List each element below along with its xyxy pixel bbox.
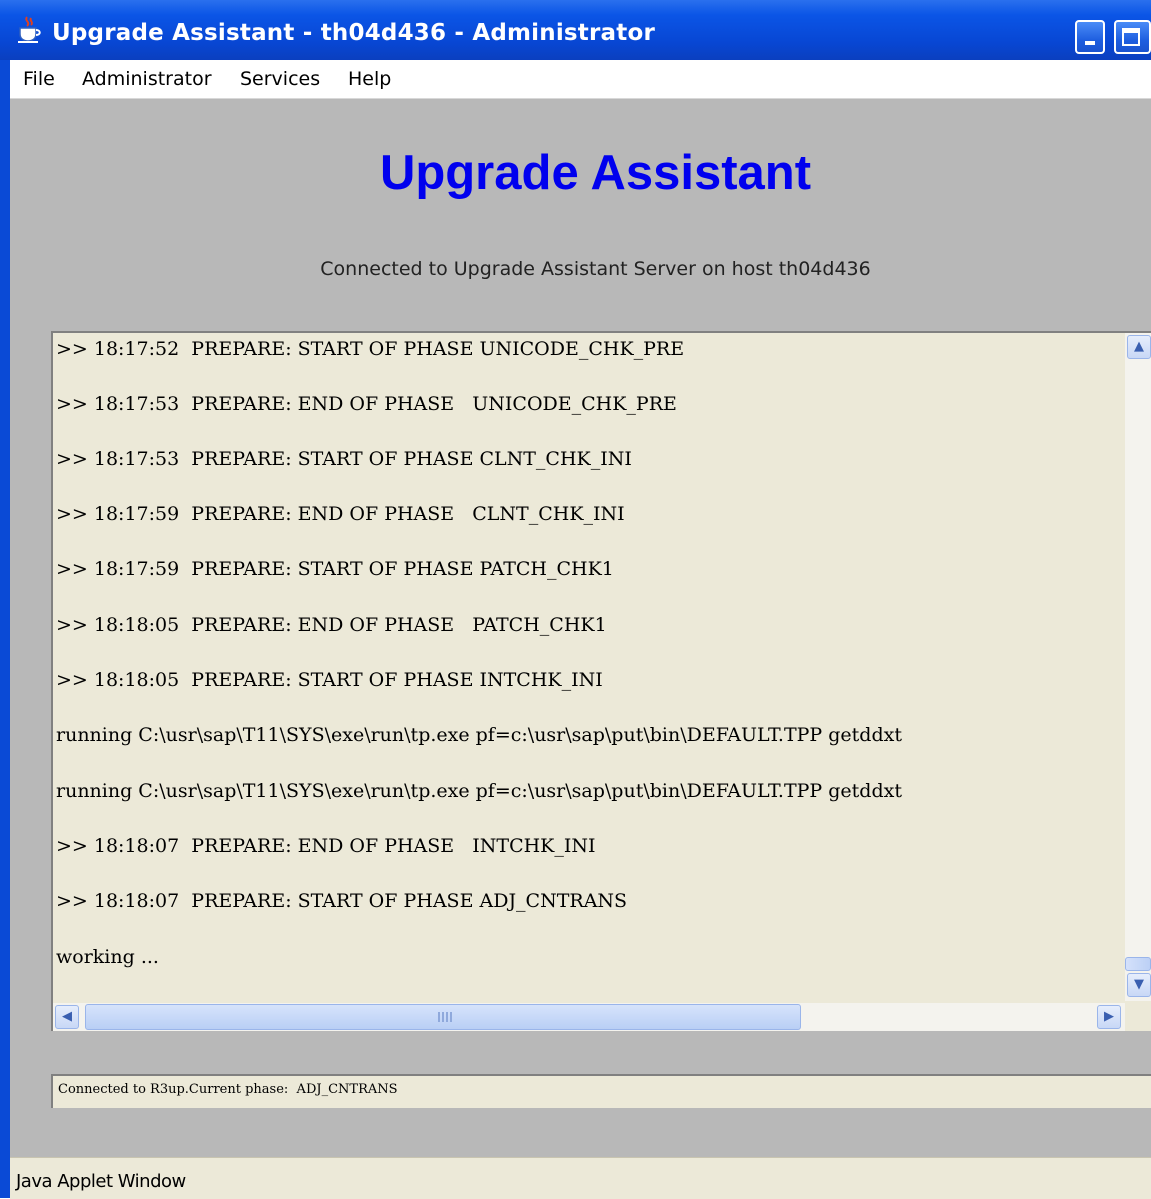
menu-services[interactable]: Services <box>240 68 320 90</box>
menu-administrator[interactable]: Administrator <box>82 68 212 90</box>
page-title: Upgrade Assistant <box>379 146 812 200</box>
horizontal-scroll-thumb[interactable] <box>85 1004 801 1030</box>
log-text-area[interactable]: >> 18:17:52 PREPARE: START OF PHASE UNIC… <box>53 333 1127 1001</box>
minimize-button[interactable] <box>1075 20 1105 54</box>
chevron-right-icon: ▶ <box>1104 1009 1114 1024</box>
log-line: >> 18:17:59 PREPARE: START OF PHASE PATC… <box>56 558 614 580</box>
maximize-icon <box>1122 28 1140 46</box>
log-line: >> 18:18:05 PREPARE: END OF PHASE PATCH_… <box>56 614 607 636</box>
scroll-up-button[interactable]: ▲ <box>1127 335 1151 359</box>
log-line: >> 18:17:59 PREPARE: END OF PHASE CLNT_C… <box>56 503 625 525</box>
log-line: running C:\usr\sap\T11\SYS\exe\run\tp.ex… <box>56 780 902 802</box>
java-cup-icon <box>18 16 41 43</box>
maximize-button[interactable] <box>1114 20 1151 54</box>
application-window: Upgrade Assistant - th04d436 - Administr… <box>0 0 1151 1199</box>
vertical-scrollbar[interactable] <box>1125 333 1151 1001</box>
window-title: Upgrade Assistant - th04d436 - Administr… <box>52 20 656 46</box>
log-line: >> 18:18:07 PREPARE: START OF PHASE ADJ_… <box>56 890 628 912</box>
grip-icon <box>438 1012 452 1022</box>
applet-warning-bar: Java Applet Window <box>10 1157 1151 1199</box>
log-panel[interactable]: >> 18:17:52 PREPARE: START OF PHASE UNIC… <box>51 331 1151 1031</box>
log-line: >> 18:18:07 PREPARE: END OF PHASE INTCHK… <box>56 835 596 857</box>
log-line: >> 18:18:05 PREPARE: START OF PHASE INTC… <box>56 669 603 691</box>
connection-status: Connected to Upgrade Assistant Server on… <box>320 258 871 280</box>
chevron-down-icon: ▼ <box>1134 977 1144 992</box>
log-line: >> 18:17:52 PREPARE: START OF PHASE UNIC… <box>56 338 685 360</box>
minimize-icon <box>1085 41 1095 45</box>
current-phase-field: Connected to R3up.Current phase: ADJ_CNT… <box>51 1074 1151 1108</box>
log-line: working ... <box>56 946 159 968</box>
log-line: >> 18:17:53 PREPARE: START OF PHASE CLNT… <box>56 448 632 470</box>
scroll-left-button[interactable]: ◀ <box>55 1005 79 1029</box>
menu-help[interactable]: Help <box>348 68 391 90</box>
current-phase-text: Connected to R3up.Current phase: ADJ_CNT… <box>58 1082 398 1097</box>
scroll-right-button[interactable]: ▶ <box>1097 1005 1121 1029</box>
log-line: >> 18:17:53 PREPARE: END OF PHASE UNICOD… <box>56 393 677 415</box>
vertical-scroll-thumb[interactable] <box>1125 957 1151 971</box>
scroll-down-button[interactable]: ▼ <box>1127 973 1151 997</box>
applet-warning-text: Java Applet Window <box>16 1171 186 1192</box>
menu-bar: File Administrator Services Help <box>10 60 1151 99</box>
chevron-left-icon: ◀ <box>62 1009 72 1024</box>
menu-file[interactable]: File <box>23 68 55 90</box>
chevron-up-icon: ▲ <box>1134 339 1144 354</box>
title-bar[interactable]: Upgrade Assistant - th04d436 - Administr… <box>0 0 1151 60</box>
log-line: running C:\usr\sap\T11\SYS\exe\run\tp.ex… <box>56 724 902 746</box>
